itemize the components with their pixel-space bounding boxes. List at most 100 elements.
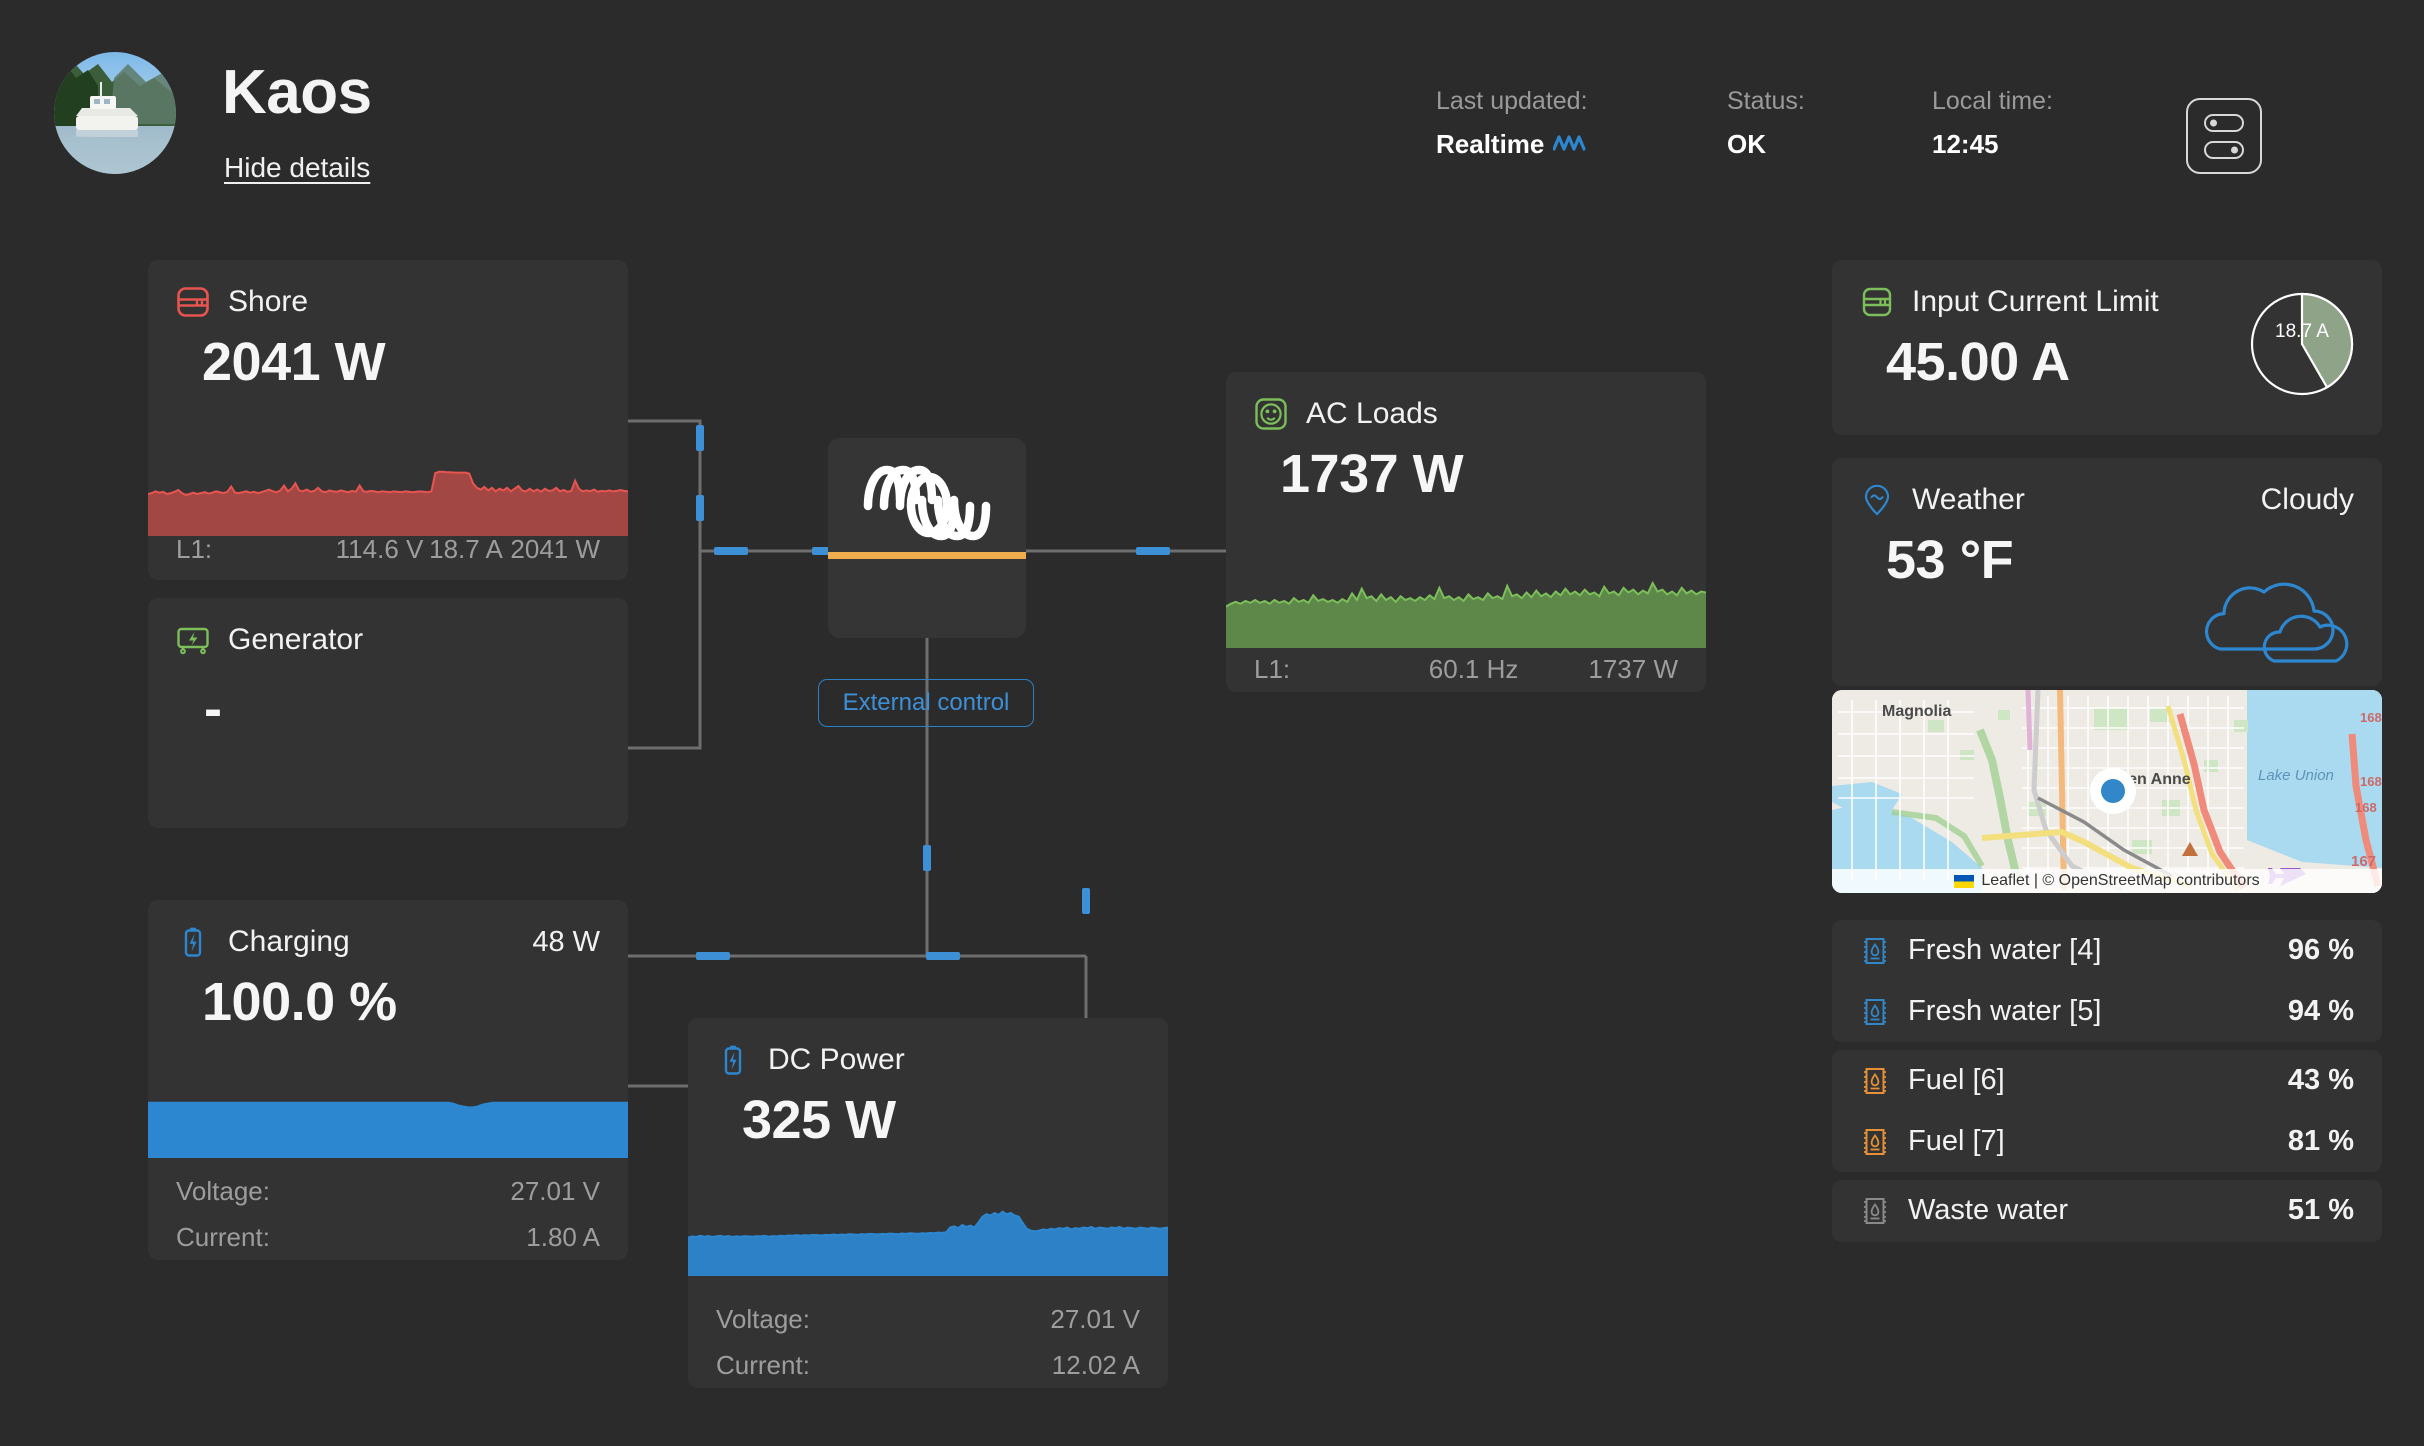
ukraine-flag-icon <box>1954 874 1975 888</box>
tank-row[interactable]: Fuel [7] 81 % <box>1832 1111 2382 1172</box>
stat-local-time: Local time: 12:45 <box>1932 87 2053 159</box>
tank-water-icon <box>1860 936 1890 966</box>
tank-percent: 51 % <box>2287 1194 2354 1226</box>
tank-row[interactable]: Waste water 51 % <box>1832 1180 2382 1241</box>
tank-name: Fresh water [4] <box>1908 934 2102 966</box>
card-input-current-limit[interactable]: Input Current Limit 45.00 A 18.7 A <box>1832 260 2382 435</box>
tank-water-icon <box>1860 997 1890 1027</box>
dc-current-value: 12.02 A <box>1051 1349 1140 1380</box>
ac-loads-sparkline <box>1226 568 1706 648</box>
generator-icon <box>176 623 210 657</box>
card-dc-power-footer: Voltage: 27.01 V Current: 12.02 A <box>688 1296 1168 1388</box>
map-attribution-text[interactable]: Leaflet | © OpenStreetMap contributors <box>1981 872 2259 890</box>
card-dc-power-header: DC Power <box>688 1018 1168 1077</box>
card-shore-value: 2041 W <box>202 332 386 392</box>
shore-current-value: 18.7 A <box>429 534 503 564</box>
stat-status-label: Status: <box>1727 87 1805 115</box>
stat-last-updated-value: Realtime <box>1436 129 1588 159</box>
tank-name: Fresh water [5] <box>1908 995 2102 1027</box>
card-shore-footer: L1: 114.6 V 18.7 A 2041 W <box>148 534 628 580</box>
stat-local-time-value: 12:45 <box>1932 128 1999 159</box>
card-charging-footer: Voltage: 27.01 V Current: 1.80 A <box>148 1168 628 1260</box>
charging-voltage-value: 27.01 V <box>510 1175 600 1206</box>
map-widget[interactable]: Magnolia Queen Anne Lake Union 168B 168B… <box>1832 690 2382 893</box>
tank-row[interactable]: Fresh water [5] 94 % <box>1832 981 2382 1042</box>
tank-name: Fuel [7] <box>1908 1125 2005 1157</box>
map-label-168: 168 <box>2355 800 2377 815</box>
card-ac-loads-footer: L1: 60.1 Hz 1737 W <box>1226 646 1706 692</box>
card-weather[interactable]: Weather 53 °F Cloudy <box>1832 458 2382 686</box>
location-pin-icon <box>1860 483 1894 517</box>
tank-row[interactable]: Fresh water [4] 96 % <box>1832 920 2382 981</box>
card-charging-power: 48 W <box>532 925 600 958</box>
shore-power-icon <box>176 285 210 319</box>
map-label-168b-b: 168B <box>2360 774 2382 789</box>
card-shore-header: Shore <box>148 260 628 319</box>
tank-fuel-icon <box>1860 1066 1890 1096</box>
card-charging[interactable]: Charging 48 W 100.0 % Voltage: 27.01 V C… <box>148 900 628 1260</box>
inverter-node[interactable] <box>828 438 1026 638</box>
tank-percent: 81 % <box>2287 1125 2354 1157</box>
card-charging-header: Charging 48 W <box>148 900 628 959</box>
dc-voltage-value: 27.01 V <box>1050 1303 1140 1334</box>
hide-details-link[interactable]: Hide details <box>224 152 370 184</box>
shore-phase-label: L1: <box>176 534 213 564</box>
tank-group-waste-water: Waste water 51 % <box>1832 1180 2382 1242</box>
card-ac-loads-title: AC Loads <box>1306 397 1438 430</box>
dc-current-label: Current: <box>716 1349 810 1380</box>
card-shore[interactable]: Shore 2041 W L1: 114.6 V 18.7 A 2041 W <box>148 260 628 580</box>
inverter-ac-divider <box>828 552 1026 559</box>
tank-group-fuel: Fuel [6] 43 % Fuel [7] 81 % <box>1832 1050 2382 1172</box>
toggle-switch-icon-bottom <box>2204 140 2244 159</box>
dc-voltage-row: Voltage: 27.01 V <box>716 1296 1140 1342</box>
tank-waste-icon <box>1860 1196 1890 1226</box>
card-ac-loads-header: AC Loads <box>1226 372 1706 431</box>
card-icl-title: Input Current Limit <box>1912 285 2159 318</box>
map-label-168b-a: 168B <box>2360 710 2382 725</box>
tank-row[interactable]: Fuel [6] 43 % <box>1832 1050 2382 1111</box>
toggle-switch-icon-top <box>2204 113 2244 132</box>
tank-percent: 43 % <box>2287 1064 2354 1096</box>
shore-sparkline <box>148 456 628 536</box>
map-label-lake-union: Lake Union <box>2258 767 2334 784</box>
card-dc-power-value: 325 W <box>742 1090 896 1150</box>
card-charging-title: Charging <box>228 925 350 958</box>
settings-button[interactable] <box>2186 98 2262 174</box>
current-position-marker <box>2090 768 2136 814</box>
card-ac-loads[interactable]: AC Loads 1737 W L1: 60.1 Hz 1737 W <box>1226 372 1706 692</box>
tank-name: Fuel [6] <box>1908 1064 2005 1096</box>
ac-loads-frequency-value: 60.1 Hz <box>1428 653 1519 684</box>
map-label-167: 167 <box>2351 853 2376 870</box>
card-generator-title: Generator <box>228 623 364 656</box>
stat-last-updated-label: Last updated: <box>1436 87 1588 115</box>
charging-current-value: 1.80 A <box>526 1221 600 1252</box>
card-charging-value: 100.0 % <box>202 972 397 1032</box>
ac-loads-foot-row: L1: 60.1 Hz 1737 W <box>1254 646 1678 692</box>
tank-fuel-icon <box>1860 1127 1890 1157</box>
ac-outlet-icon <box>1254 397 1288 431</box>
charging-sparkline <box>148 1096 628 1158</box>
charging-voltage-label: Voltage: <box>176 1175 270 1206</box>
page-title: Kaos <box>222 58 372 127</box>
external-control-badge[interactable]: External control <box>818 679 1034 727</box>
shore-power-value: 2041 W <box>510 534 601 564</box>
dc-current-row: Current: 12.02 A <box>716 1342 1140 1388</box>
tank-name: Waste water <box>1908 1194 2069 1226</box>
stat-local-time-label: Local time: <box>1932 87 2053 115</box>
map-label-magnolia: Magnolia <box>1882 703 1951 720</box>
charging-current-label: Current: <box>176 1221 270 1252</box>
card-generator[interactable]: Generator - <box>148 598 628 828</box>
avatar <box>54 52 176 174</box>
victron-logo <box>856 460 998 551</box>
card-weather-condition: Cloudy <box>2260 483 2354 516</box>
card-weather-title: Weather <box>1912 483 2025 516</box>
icl-gauge-label: 18.7 A <box>2275 321 2329 342</box>
card-shore-title: Shore <box>228 285 309 318</box>
map-attribution: Leaflet | © OpenStreetMap contributors <box>1832 869 2382 893</box>
card-dc-power[interactable]: DC Power 325 W Voltage: 27.01 V Current:… <box>688 1018 1168 1388</box>
dc-voltage-label: Voltage: <box>716 1303 810 1334</box>
stat-status-value: OK <box>1727 128 1766 159</box>
page-header: Kaos Hide details Last updated: Realtime… <box>0 0 2424 215</box>
card-ac-loads-value: 1737 W <box>1280 444 1464 504</box>
ac-loads-power-value: 1737 W <box>1588 653 1678 684</box>
